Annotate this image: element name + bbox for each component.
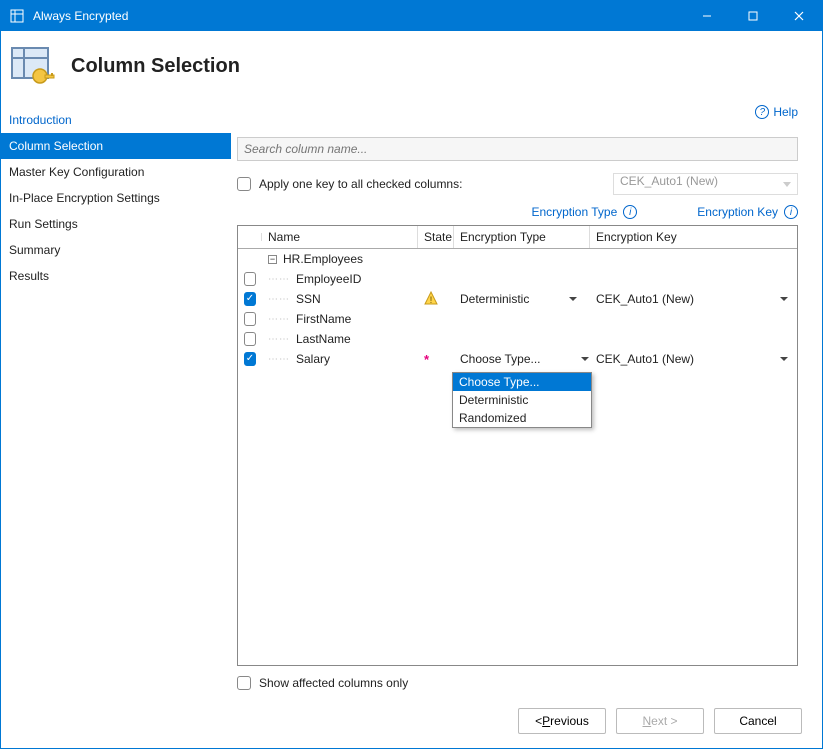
- encryption-key-value: CEK_Auto1 (New): [596, 292, 694, 306]
- row-checkbox[interactable]: [244, 272, 256, 286]
- encryption-type-select[interactable]: Deterministic: [460, 292, 577, 306]
- col-name[interactable]: Name: [262, 226, 418, 248]
- encryption-type-header-link[interactable]: Encryption Type i: [531, 205, 637, 219]
- svg-text:!: !: [430, 295, 433, 305]
- col-enc-type[interactable]: Encryption Type: [454, 226, 590, 248]
- tree-connector: ⋯⋯: [268, 294, 290, 305]
- tree-connector: ⋯⋯: [268, 314, 290, 325]
- apply-one-key-checkbox[interactable]: [237, 177, 251, 191]
- nav-summary[interactable]: Summary: [1, 237, 231, 263]
- group-row[interactable]: − HR.Employees: [238, 249, 797, 269]
- col-enc-key[interactable]: Encryption Key: [590, 226, 794, 248]
- chevron-down-icon: [581, 357, 589, 361]
- columns-grid: Name State Encryption Type Encryption Ke…: [237, 225, 798, 666]
- table-row: ⋯⋯ EmployeeID: [238, 269, 797, 289]
- column-name: FirstName: [296, 312, 351, 326]
- apply-one-key-label: Apply one key to all checked columns:: [259, 177, 462, 191]
- show-affected-checkbox[interactable]: [237, 676, 251, 690]
- row-checkbox[interactable]: [244, 332, 256, 346]
- chevron-down-icon[interactable]: [780, 297, 788, 301]
- nav-master-key-configuration[interactable]: Master Key Configuration: [1, 159, 231, 185]
- table-row: ⋯⋯Salary * Choose Type... Choose Type...…: [238, 349, 797, 369]
- maximize-button[interactable]: [730, 1, 776, 31]
- group-label: HR.Employees: [283, 252, 363, 266]
- encryption-type-value: Choose Type...: [460, 352, 541, 366]
- column-name: LastName: [296, 332, 351, 346]
- nav-introduction[interactable]: Introduction: [1, 107, 231, 133]
- tree-connector: ⋯⋯: [268, 354, 290, 365]
- next-button: Next >: [616, 708, 704, 734]
- chevron-down-icon[interactable]: [780, 357, 788, 361]
- wizard-steps-sidebar: Introduction Column Selection Master Key…: [1, 105, 231, 690]
- required-icon: *: [424, 352, 429, 367]
- row-checkbox[interactable]: [244, 352, 256, 366]
- info-icon[interactable]: i: [623, 205, 637, 219]
- nav-column-selection[interactable]: Column Selection: [1, 133, 231, 159]
- next-mnemonic: N: [642, 714, 651, 728]
- footer: < Previous Next > Cancel: [1, 690, 822, 752]
- page-title: Column Selection: [71, 55, 240, 78]
- window-title: Always Encrypted: [33, 9, 128, 23]
- table-row: ⋯⋯ FirstName: [238, 309, 797, 329]
- main-panel: ? Help Apply one key to all checked colu…: [231, 105, 822, 690]
- encryption-type-value: Deterministic: [460, 292, 529, 306]
- wizard-icon: [7, 41, 57, 91]
- encryption-key-header-link[interactable]: Encryption Key i: [697, 205, 798, 219]
- nav-results[interactable]: Results: [1, 263, 231, 289]
- chevron-down-icon: [569, 297, 577, 301]
- column-name: SSN: [296, 292, 321, 306]
- dropdown-option[interactable]: Deterministic: [453, 391, 591, 409]
- search-input[interactable]: [237, 137, 798, 161]
- grid-header-row: Name State Encryption Type Encryption Ke…: [238, 226, 797, 249]
- warning-icon[interactable]: !: [424, 291, 438, 308]
- row-checkbox[interactable]: [244, 312, 256, 326]
- row-checkbox[interactable]: [244, 292, 256, 306]
- previous-button[interactable]: < Previous: [518, 708, 606, 734]
- apply-one-key-value: CEK_Auto1 (New): [620, 174, 718, 188]
- header: Column Selection: [1, 31, 822, 95]
- encryption-key-value: CEK_Auto1 (New): [596, 352, 694, 366]
- dropdown-option[interactable]: Randomized: [453, 409, 591, 427]
- cancel-button[interactable]: Cancel: [714, 708, 802, 734]
- app-icon: [9, 8, 25, 24]
- close-button[interactable]: [776, 1, 822, 31]
- show-affected-label: Show affected columns only: [259, 676, 408, 690]
- tree-connector: ⋯⋯: [268, 274, 290, 285]
- minimize-button[interactable]: [684, 1, 730, 31]
- table-row: ⋯⋯ LastName: [238, 329, 797, 349]
- encryption-type-dropdown: Choose Type... Deterministic Randomized: [452, 372, 592, 428]
- column-name: EmployeeID: [296, 272, 361, 286]
- help-link[interactable]: ? Help: [755, 105, 798, 119]
- column-name: Salary: [296, 352, 330, 366]
- info-icon[interactable]: i: [784, 205, 798, 219]
- col-state[interactable]: State: [418, 226, 454, 248]
- title-bar: Always Encrypted: [1, 1, 822, 31]
- tree-connector: ⋯⋯: [268, 334, 290, 345]
- help-icon: ?: [755, 105, 769, 119]
- help-label: Help: [773, 105, 798, 119]
- encryption-type-select[interactable]: Choose Type...: [460, 352, 589, 366]
- table-row: ⋯⋯ SSN ! Deterministic CEK_Auto1 (New): [238, 289, 797, 309]
- apply-one-key-select: CEK_Auto1 (New): [613, 173, 798, 195]
- collapse-icon[interactable]: −: [268, 255, 277, 264]
- previous-mnemonic: P: [542, 714, 550, 728]
- dropdown-option[interactable]: Choose Type...: [453, 373, 591, 391]
- encryption-type-header-label: Encryption Type: [531, 205, 617, 219]
- nav-in-place-encryption-settings[interactable]: In-Place Encryption Settings: [1, 185, 231, 211]
- nav-run-settings[interactable]: Run Settings: [1, 211, 231, 237]
- encryption-key-header-label: Encryption Key: [697, 205, 778, 219]
